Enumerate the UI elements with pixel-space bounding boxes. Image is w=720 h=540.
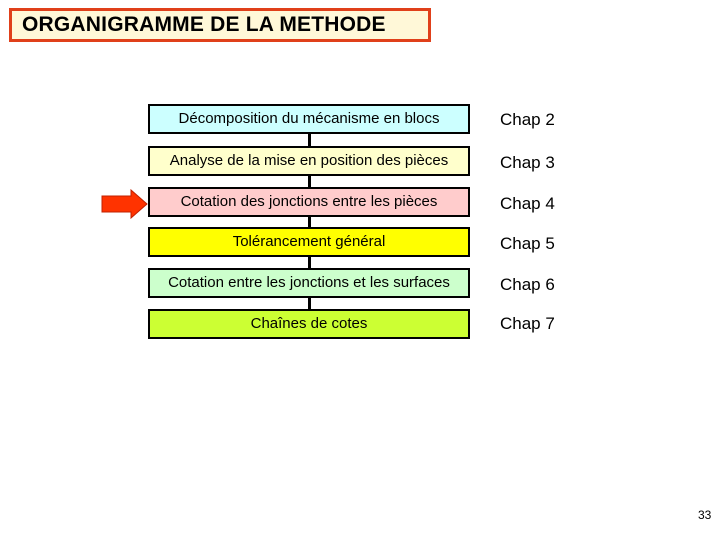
step-label: Tolérancement général bbox=[232, 233, 386, 250]
slide-title: ORGANIGRAMME DE LA METHODE bbox=[9, 8, 431, 42]
step-label: Analyse de la mise en position des pièce… bbox=[169, 152, 449, 169]
current-step-arrow-icon bbox=[101, 189, 148, 219]
step-label: Chaînes de cotes bbox=[250, 315, 368, 332]
chapter-label: Chap 4 bbox=[500, 194, 555, 213]
step-box-chaines: Chaînes de cotes bbox=[148, 309, 470, 339]
step-label: Cotation des jonctions entre les pièces bbox=[180, 193, 438, 210]
step-box-analyse: Analyse de la mise en position des pièce… bbox=[148, 146, 470, 176]
step-label: Cotation entre les jonctions et les surf… bbox=[168, 274, 450, 291]
page-number: 33 bbox=[698, 508, 712, 522]
chapter-label: Chap 3 bbox=[500, 153, 555, 172]
connector-line bbox=[308, 133, 311, 147]
chapter-label: Chap 7 bbox=[500, 314, 555, 333]
step-box-decomposition: Décomposition du mécanisme en blocs bbox=[148, 104, 470, 134]
chapter-label: Chap 6 bbox=[500, 275, 555, 294]
step-box-cotation-jonctions: Cotation des jonctions entre les pièces bbox=[148, 187, 470, 217]
chapter-label: Chap 5 bbox=[500, 234, 555, 253]
chapter-label: Chap 2 bbox=[500, 110, 555, 129]
step-box-cotation-surfaces: Cotation entre les jonctions et les surf… bbox=[148, 268, 470, 298]
step-box-tolerancement: Tolérancement général bbox=[148, 227, 470, 257]
step-label: Décomposition du mécanisme en blocs bbox=[178, 110, 440, 127]
